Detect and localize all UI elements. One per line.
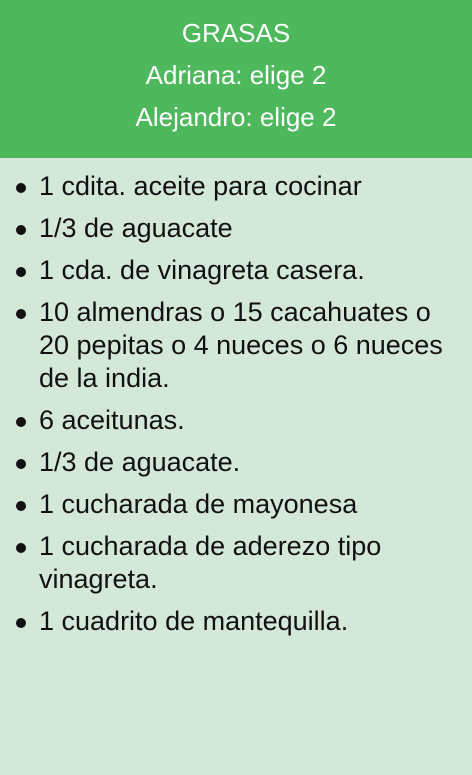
bullet-icon (16, 501, 26, 511)
list-item: 1 cucharada de aderezo tipo vinagreta. (14, 530, 452, 596)
list-item-text: 10 almendras o 15 cacahuates o 20 pepita… (39, 297, 443, 393)
bullet-icon (16, 459, 26, 469)
list-item-text: 1 cdita. aceite para cocinar (39, 171, 362, 201)
bullet-icon (16, 309, 26, 319)
list-item: 1 cda. de vinagreta casera. (14, 254, 452, 287)
card-header: GRASAS Adriana: elige 2 Alejandro: elige… (0, 0, 472, 158)
list-item: 1/3 de aguacate (14, 212, 452, 245)
list-item-text: 1 cuadrito de mantequilla. (39, 606, 349, 636)
list-item-text: 1 cda. de vinagreta casera. (39, 255, 365, 285)
bullet-icon (16, 183, 26, 193)
list-item: 1 cuadrito de mantequilla. (14, 605, 452, 638)
list-item: 6 aceitunas. (14, 404, 452, 437)
list-item-text: 1 cucharada de mayonesa (39, 489, 358, 519)
alejandro-portion: Alejandro: elige 2 (135, 102, 337, 132)
list-item: 1 cucharada de mayonesa (14, 488, 452, 521)
bullet-icon (16, 225, 26, 235)
bullet-icon (16, 618, 26, 628)
fats-card: GRASAS Adriana: elige 2 Alejandro: elige… (0, 0, 472, 775)
list-item: 10 almendras o 15 cacahuates o 20 pepita… (14, 296, 452, 395)
adriana-portion: Adriana: elige 2 (145, 60, 327, 90)
list-item-text: 1/3 de aguacate (39, 213, 233, 243)
list-item: 1 cdita. aceite para cocinar (14, 170, 452, 203)
bullet-icon (16, 267, 26, 277)
bullet-icon (16, 417, 26, 427)
list-item-text: 1/3 de aguacate. (39, 447, 241, 477)
list-item: 1/3 de aguacate. (14, 446, 452, 479)
bullet-icon (16, 543, 26, 553)
list-item-text: 6 aceitunas. (39, 405, 185, 435)
list-item-text: 1 cucharada de aderezo tipo vinagreta. (39, 531, 382, 594)
card-title: GRASAS (181, 18, 291, 48)
fat-options-list: 1 cdita. aceite para cocinar 1/3 de agua… (0, 158, 472, 638)
